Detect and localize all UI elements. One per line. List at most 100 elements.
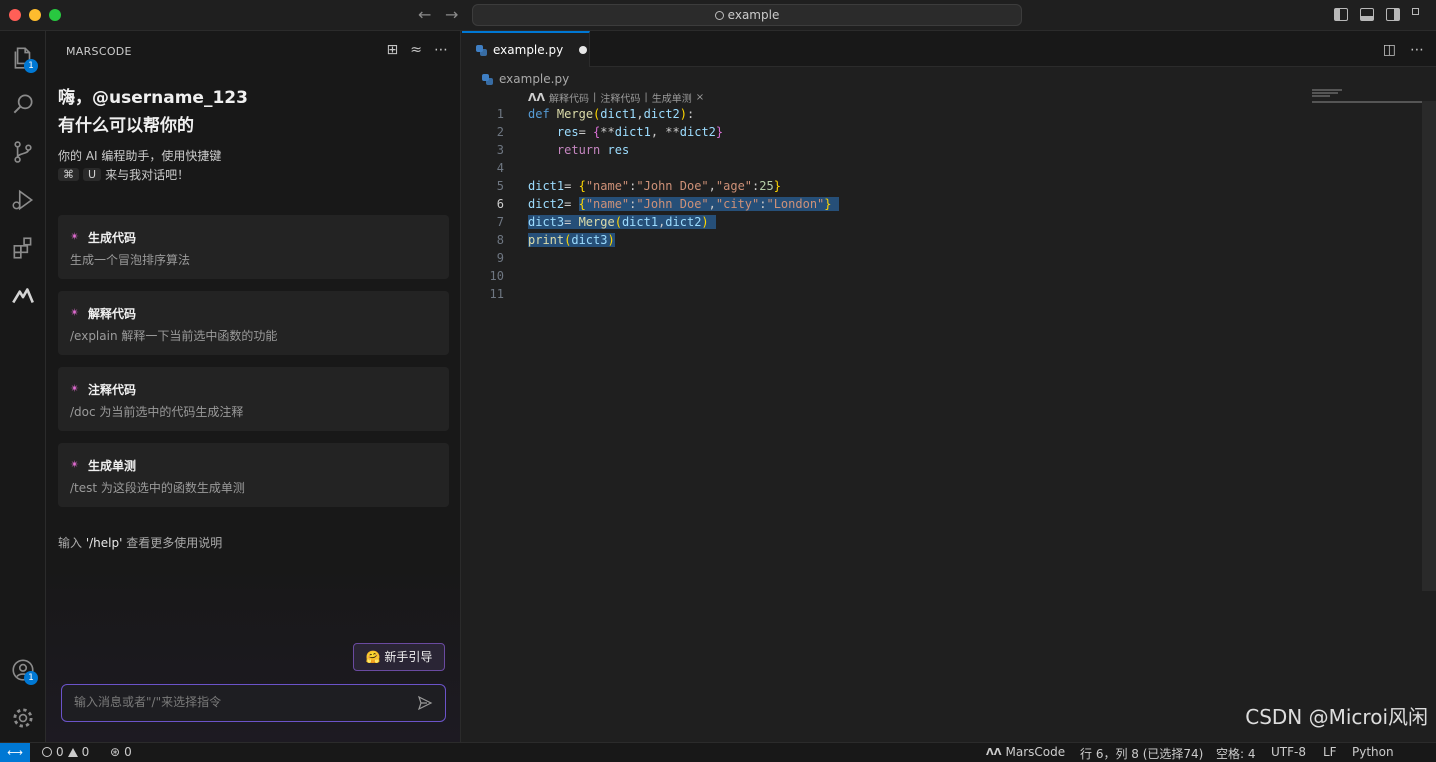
code-editor[interactable]: 1 def Merge(dict1,dict2): 2 res= {**dict1…	[462, 105, 1302, 303]
errors-count: 0	[56, 745, 64, 759]
help-hint: 输入 '/help' 查看更多使用说明	[58, 534, 222, 551]
code-line: 9	[462, 249, 1302, 267]
greeting-line2: 有什么可以帮你的	[58, 116, 194, 136]
help-prefix: 输入	[58, 536, 83, 550]
search-view-button[interactable]	[0, 81, 46, 127]
marscode-logo-icon: ΛΛ	[528, 91, 546, 104]
chat-input-box[interactable]	[61, 684, 446, 722]
unsaved-dot-icon[interactable]	[579, 46, 588, 54]
codelens-explain[interactable]: 解释代码	[549, 90, 589, 105]
line-number: 1	[496, 107, 504, 121]
problems-indicator[interactable]: 0 0	[42, 745, 89, 759]
suggestion-card-doc[interactable]: 注释代码 /doc 为当前选中的代码生成注释	[58, 367, 449, 431]
encoding[interactable]: UTF-8	[1271, 745, 1306, 759]
breadcrumb[interactable]: example.py	[482, 72, 569, 86]
split-editor-icon[interactable]: ◫	[1383, 42, 1396, 58]
python-file-icon	[482, 73, 493, 85]
search-icon	[714, 11, 724, 20]
extensions-button[interactable]	[0, 225, 46, 271]
broadcast-icon: ⊛	[110, 745, 121, 759]
editor-area: example.py ◫ ⋯ example.py ΛΛ 解释代码 | 注释代码…	[462, 31, 1436, 742]
cursor-position[interactable]: 行 6，列 8 (已选择74)	[1080, 745, 1203, 762]
search-icon	[13, 94, 33, 114]
source-control-icon	[14, 141, 32, 163]
more-actions-icon[interactable]: ⋯	[1410, 42, 1424, 58]
marscode-label: MarsCode	[1005, 745, 1066, 759]
forward-arrow-icon[interactable]: →	[445, 5, 458, 24]
source-control-button[interactable]	[0, 129, 46, 175]
sparkle-icon	[70, 230, 82, 244]
line-number: 10	[489, 269, 504, 283]
marscode-logo-icon: ΛΛ	[986, 746, 1002, 758]
send-icon[interactable]	[417, 695, 433, 711]
status-bar: ⟷ 0 0 ⊛ 0 ΛΛ MarsCode 行 6，列 8 (已选择74) 空格…	[0, 742, 1436, 762]
marscode-panel: MARSCODE ⊞ ≈ ⋯ 嗨，@username_123 有什么可以帮你的 …	[46, 31, 461, 742]
line-number: 4	[496, 161, 504, 175]
code-line: 10	[462, 267, 1302, 285]
maximize-window-button[interactable]	[49, 9, 61, 21]
tab-example-py[interactable]: example.py	[462, 31, 590, 67]
help-suffix: 查看更多使用说明	[126, 536, 223, 550]
manage-button[interactable]	[0, 695, 46, 741]
toggle-secondary-sidebar-icon[interactable]	[1386, 8, 1400, 21]
code-line: 4	[462, 159, 1302, 177]
marscode-button[interactable]	[0, 273, 46, 319]
marscode-status[interactable]: ΛΛ MarsCode	[986, 745, 1065, 759]
code-line: 7 dict3= Merge(dict1,dict2)	[462, 213, 1302, 231]
close-window-button[interactable]	[9, 9, 21, 21]
suggestion-card-generate[interactable]: 生成代码 生成一个冒泡排序算法	[58, 215, 449, 279]
line-number: 2	[496, 125, 504, 139]
code-line: 5 dict1= {"name":"John Doe","age":25}	[462, 177, 1302, 195]
command-center-search[interactable]: example	[472, 4, 1022, 26]
codelens-close-icon[interactable]: ×	[696, 92, 704, 103]
codelens-bar: ΛΛ 解释代码 | 注释代码 | 生成单测 ×	[528, 90, 704, 105]
explorer-button[interactable]: 1	[0, 35, 46, 81]
line-number: 11	[489, 287, 504, 301]
code-line: 3 return res	[462, 141, 1302, 159]
minimap[interactable]	[1312, 88, 1422, 138]
ports-indicator[interactable]: ⊛ 0	[110, 745, 132, 759]
explorer-badge: 1	[24, 59, 38, 73]
python-file-icon	[476, 44, 487, 56]
indentation[interactable]: 空格: 4	[1216, 745, 1256, 762]
tab-label: example.py	[493, 43, 564, 57]
chat-input[interactable]	[74, 695, 394, 709]
account-badge: 1	[24, 671, 38, 685]
run-debug-icon	[12, 189, 34, 211]
code-line: 6 dict2= {"name":"John Doe","city":"Londo…	[462, 195, 1302, 213]
code-line: 1 def Merge(dict1,dict2):	[462, 105, 1302, 123]
customize-layout-icon[interactable]	[1412, 8, 1426, 21]
line-number: 7	[496, 215, 504, 229]
ports-count: 0	[124, 745, 132, 759]
toggle-primary-sidebar-icon[interactable]	[1334, 8, 1348, 21]
card-description: /explain 解释一下当前选中函数的功能	[70, 329, 278, 343]
shortcut-tail: 来与我对话吧！	[105, 168, 190, 182]
codelens-separator: |	[644, 92, 648, 103]
beginner-guide-button[interactable]: 🤗 新手引导	[353, 643, 445, 671]
card-description: 生成一个冒泡排序算法	[70, 253, 191, 267]
minimize-window-button[interactable]	[29, 9, 41, 21]
breadcrumb-file[interactable]: example.py	[499, 72, 569, 86]
language-mode[interactable]: Python	[1352, 745, 1394, 759]
assistant-description: 你的 AI 编程助手，使用快捷键	[58, 149, 222, 163]
editor-scrollbar[interactable]	[1422, 101, 1436, 591]
more-actions-icon[interactable]: ⋯	[434, 42, 448, 58]
line-number: 6	[496, 197, 504, 211]
remote-indicator-icon[interactable]: ⟷	[0, 743, 30, 762]
card-description: /test 为这段选中的函数生成单测	[70, 481, 245, 495]
line-number: 8	[496, 233, 504, 247]
shortcut-description: ⌘ U 来与我对话吧！	[58, 166, 189, 183]
toggle-panel-icon[interactable]	[1360, 8, 1374, 21]
codelens-test[interactable]: 生成单测	[652, 90, 692, 105]
suggestion-card-test[interactable]: 生成单测 /test 为这段选中的函数生成单测	[58, 443, 449, 507]
codelens-doc[interactable]: 注释代码	[600, 90, 640, 105]
accounts-button[interactable]: 1	[0, 647, 46, 693]
gear-icon	[13, 708, 33, 728]
end-of-line[interactable]: LF	[1323, 745, 1337, 759]
codelens-separator: |	[593, 92, 597, 103]
suggestion-card-explain[interactable]: 解释代码 /explain 解释一下当前选中函数的功能	[58, 291, 449, 355]
back-arrow-icon[interactable]: ←	[418, 5, 431, 24]
settings-sliders-icon[interactable]: ≈	[410, 42, 422, 58]
new-chat-icon[interactable]: ⊞	[387, 42, 399, 58]
run-debug-button[interactable]	[0, 177, 46, 223]
